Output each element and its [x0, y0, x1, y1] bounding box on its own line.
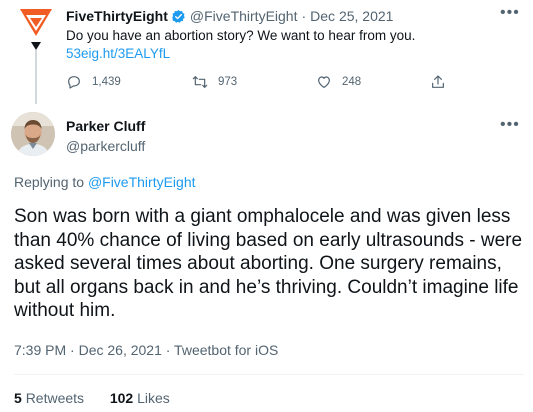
- reply-action[interactable]: 1,439: [66, 74, 121, 90]
- reply-author-name[interactable]: Parker Cluff: [66, 118, 145, 134]
- thread-connector-line: [35, 50, 37, 104]
- reply-author-handle[interactable]: @parkercluff: [66, 138, 145, 154]
- likes-label: Likes: [137, 390, 170, 406]
- parent-tweet-link[interactable]: 53eig.ht/3EALYfL: [66, 46, 170, 61]
- engagement-stats: 5 Retweets 102 Likes: [14, 390, 170, 406]
- reply-tweet-text: Son was born with a giant omphalocele an…: [14, 206, 523, 321]
- reply-more-options-icon[interactable]: •••: [500, 116, 520, 134]
- retweets-count: 5: [14, 390, 22, 406]
- like-action[interactable]: 248: [316, 74, 361, 90]
- heart-icon: [318, 76, 330, 88]
- reply-count: 1,439: [92, 76, 121, 88]
- parent-more-options-icon[interactable]: •••: [500, 4, 520, 22]
- parent-tweet-actions: 1,439 973 248: [66, 74, 466, 94]
- parent-author-handle[interactable]: @FiveThirtyEight: [190, 8, 298, 24]
- like-count: 248: [342, 76, 362, 88]
- share-icon: [432, 75, 444, 88]
- replying-to-line: Replying to @FiveThirtyEight: [14, 174, 196, 190]
- thread-arrow-icon: [31, 42, 41, 50]
- separator-dot: ·: [301, 8, 307, 24]
- verified-badge-icon: [172, 9, 185, 23]
- retweet-count: 973: [218, 76, 238, 88]
- likes-stat[interactable]: 102 Likes: [110, 390, 170, 406]
- retweets-stat[interactable]: 5 Retweets: [14, 390, 84, 406]
- parent-author-name[interactable]: FiveThirtyEight: [66, 8, 168, 24]
- replying-to-prefix: Replying to: [14, 174, 85, 190]
- fivethirtyeight-avatar[interactable]: [18, 6, 54, 42]
- likes-count: 102: [109, 390, 134, 406]
- divider: [14, 374, 524, 375]
- reply-tweet-timestamp[interactable]: 7:39 PM · Dec 26, 2021 · Tweetbot for iO…: [14, 342, 278, 358]
- profile-photo-icon: [11, 112, 55, 156]
- parent-tweet-header: FiveThirtyEight @FiveThirtyEight · Dec 2…: [66, 8, 393, 24]
- fivethirtyeight-logo-icon: [20, 9, 52, 36]
- replying-to-mention[interactable]: @FiveThirtyEight: [88, 174, 196, 190]
- retweet-action[interactable]: 973: [192, 74, 237, 90]
- retweet-icon: [192, 76, 208, 88]
- retweets-label: Retweets: [25, 390, 85, 406]
- reply-icon: [68, 76, 80, 89]
- share-action[interactable]: [430, 74, 456, 90]
- parker-cluff-avatar[interactable]: [11, 112, 55, 156]
- parent-tweet-date[interactable]: Dec 25, 2021: [310, 8, 393, 24]
- parent-tweet-text: Do you have an abortion story? We want t…: [66, 28, 416, 43]
